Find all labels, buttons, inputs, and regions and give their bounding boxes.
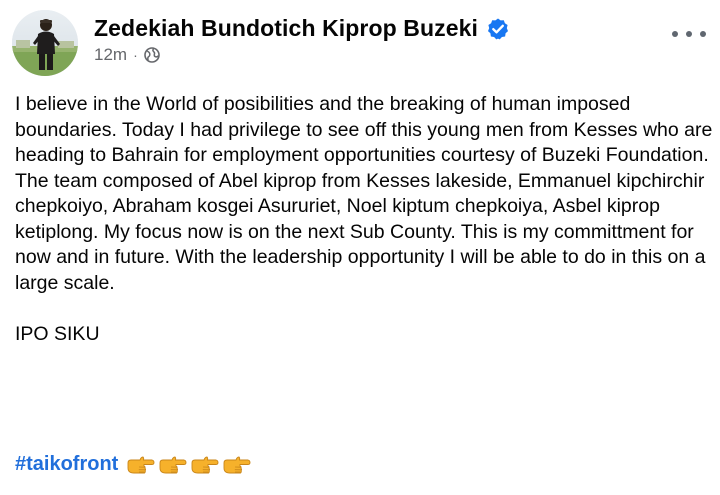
more-dot [700,31,706,37]
meta-separator: · [133,47,138,63]
more-options-icon[interactable] [672,26,706,42]
more-dot [672,31,678,37]
author-line: Zedekiah Bundotich Kiprop Buzeki [94,15,510,42]
pointing-right-hand-icon [126,454,155,476]
more-dot [686,31,692,37]
hashtag-line: #taikofront [15,453,251,476]
post-header: Zedekiah Bundotich Kiprop Buzeki 12m · [10,8,710,78]
pointing-right-hand-icon [222,454,251,476]
author-name[interactable]: Zedekiah Bundotich Kiprop Buzeki [94,15,478,42]
pointing-right-hand-icon [190,454,219,476]
verified-badge-icon [486,17,510,41]
post-paragraph: The team composed of Abel kiprop from Ke… [15,169,706,294]
emoji-group [126,454,251,476]
pointing-right-hand-icon [158,454,187,476]
globe-icon[interactable] [143,47,160,63]
facebook-post: Zedekiah Bundotich Kiprop Buzeki 12m · I… [0,0,720,495]
post-paragraph: IPO SIKU [15,322,100,345]
post-paragraph: I believe in the World of posibilities a… [15,93,713,166]
post-meta: 12m · [94,45,160,65]
author-avatar[interactable] [12,10,78,76]
post-body: I believe in the World of posibilities a… [15,92,715,347]
post-timestamp[interactable]: 12m [94,45,127,65]
hashtag-link[interactable]: #taikofront [15,453,118,476]
